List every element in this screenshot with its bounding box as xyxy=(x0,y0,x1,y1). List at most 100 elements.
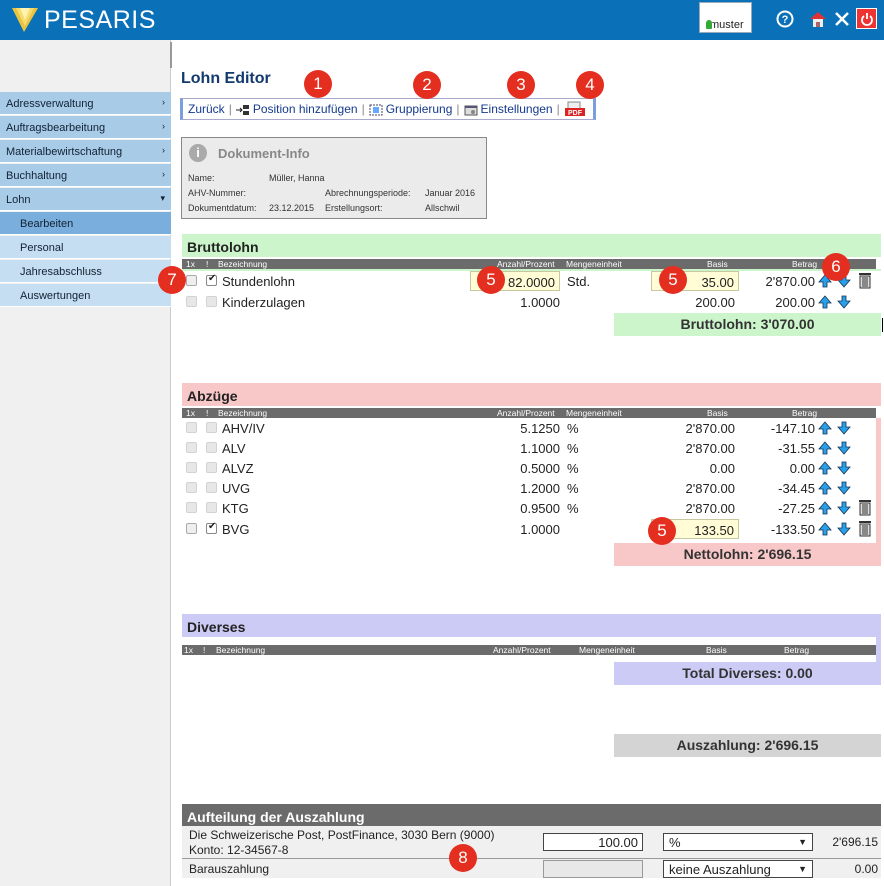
flag-checkbox[interactable] xyxy=(206,296,217,307)
col-basis: Basis xyxy=(707,408,728,418)
flag-checkbox[interactable] xyxy=(206,502,217,513)
sidebar-item-adressverwaltung[interactable]: Adressverwaltung › xyxy=(0,92,171,115)
cash-mode-select[interactable]: keine Auszahlung xyxy=(663,860,813,878)
docinfo-name: Müller, Hanna xyxy=(269,173,325,183)
once-checkbox[interactable] xyxy=(186,462,197,473)
payment-value-input[interactable]: 100.00 xyxy=(543,833,643,851)
table-row: AHV/IV 5.1250 % 2'870.00 -147.10 xyxy=(182,418,876,438)
unit: % xyxy=(567,501,579,516)
add-position-button[interactable]: Position hinzufügen xyxy=(235,102,358,116)
help-icon[interactable]: ? xyxy=(775,9,795,29)
table-row: ALV 1.1000 % 2'870.00 -31.55 xyxy=(182,438,876,458)
user-button[interactable]: muster xyxy=(699,2,752,33)
move-up-icon[interactable] xyxy=(818,501,832,515)
once-checkbox[interactable] xyxy=(186,275,197,286)
svg-text:?: ? xyxy=(782,14,789,26)
callout-badge-7: 7 xyxy=(158,266,186,294)
flag-checkbox[interactable] xyxy=(206,521,217,534)
diverses-section-header: Diverses xyxy=(182,614,881,637)
table-row: UVG 1.2000 % 2'870.00 -34.45 xyxy=(182,478,876,498)
flag-checkbox[interactable] xyxy=(206,462,217,473)
callout-badge-5: 5 xyxy=(477,266,505,294)
flag-checkbox[interactable] xyxy=(206,273,217,286)
col-amount: Betrag xyxy=(784,645,810,655)
sidebar-item-materialbewirtschaftung[interactable]: Materialbewirtschaftung › xyxy=(0,140,171,163)
move-down-icon[interactable] xyxy=(837,481,851,495)
move-up-icon[interactable] xyxy=(818,481,832,495)
power-icon[interactable] xyxy=(856,8,877,29)
flag-checkbox[interactable] xyxy=(206,442,217,453)
payment-account: Konto: 12-34567-8 xyxy=(189,843,289,857)
amount: -133.50 xyxy=(770,522,815,537)
col-qty: Anzahl/Prozent xyxy=(497,408,555,418)
settings-icon xyxy=(464,105,478,116)
move-up-icon[interactable] xyxy=(818,461,832,475)
sidebar-item-auftragsbearbeitung[interactable]: Auftragsbearbeitung › xyxy=(0,116,171,139)
once-checkbox[interactable] xyxy=(186,296,197,307)
qty: 1.1000 xyxy=(520,441,560,456)
qty: 1.0000 xyxy=(520,522,560,537)
svg-text:PDF: PDF xyxy=(568,110,583,117)
trash-icon[interactable] xyxy=(857,518,873,537)
sidebar-item-buchhaltung[interactable]: Buchhaltung › xyxy=(0,164,171,187)
qty: 0.5000 xyxy=(520,461,560,476)
trash-icon[interactable] xyxy=(857,270,873,289)
move-down-icon[interactable] xyxy=(837,522,851,536)
sidebar-item-label: Materialbewirtschaftung xyxy=(6,146,123,158)
sidebar-item-auswertungen[interactable]: Auswertungen xyxy=(0,284,171,307)
chevron-right-icon: › xyxy=(162,97,165,107)
trash-icon[interactable] xyxy=(857,497,873,516)
table-row: ALVZ 0.5000 % 0.00 0.00 xyxy=(182,458,876,478)
sidebar-item-bearbeiten[interactable]: Bearbeiten xyxy=(0,212,171,235)
position-name: ALV xyxy=(222,441,246,456)
move-up-icon[interactable] xyxy=(818,522,832,536)
cash-payment-label: Barauszahlung xyxy=(189,862,270,876)
once-checkbox[interactable] xyxy=(186,523,197,534)
move-arrows xyxy=(818,295,852,309)
move-arrows xyxy=(818,481,852,495)
move-down-icon[interactable] xyxy=(837,295,851,309)
move-arrows xyxy=(818,441,852,455)
move-down-icon[interactable] xyxy=(837,441,851,455)
sidebar-item-personal[interactable]: Personal xyxy=(0,236,171,259)
tools-icon[interactable] xyxy=(832,9,852,29)
sidebar-item-jahresabschluss[interactable]: Jahresabschluss xyxy=(0,260,171,283)
col-exclaim: ! xyxy=(206,259,209,269)
back-button[interactable]: Zurück xyxy=(188,102,225,116)
grouping-button[interactable]: Gruppierung xyxy=(369,102,452,116)
once-checkbox[interactable] xyxy=(186,422,197,433)
docinfo-place-label: Erstellungsort: xyxy=(325,203,383,213)
col-qty: Anzahl/Prozent xyxy=(497,259,555,269)
col-exclaim: ! xyxy=(203,645,206,655)
amount: 0.00 xyxy=(789,461,815,476)
position-name: AHV/IV xyxy=(222,421,265,436)
col-1x: 1x xyxy=(186,408,195,418)
sidebar-item-lohn[interactable]: Lohn ▾ xyxy=(0,188,171,211)
pesaris-logo[interactable]: PESARIS xyxy=(10,4,156,36)
once-checkbox[interactable] xyxy=(186,442,197,453)
once-checkbox[interactable] xyxy=(186,482,197,493)
nettolohn-total: Nettolohn: 2'696.15 xyxy=(614,543,881,566)
flag-checkbox[interactable] xyxy=(206,482,217,493)
move-down-icon[interactable] xyxy=(837,421,851,435)
cash-value-input[interactable] xyxy=(543,860,643,878)
flag-checkbox[interactable] xyxy=(206,422,217,433)
toolbar-separator: | xyxy=(556,102,560,116)
home-icon[interactable] xyxy=(808,9,828,29)
settings-button[interactable]: Einstellungen xyxy=(464,102,553,116)
move-up-icon[interactable] xyxy=(818,295,832,309)
move-up-icon[interactable] xyxy=(818,441,832,455)
diverses-total: Total Diverses: 0.00 xyxy=(614,662,881,685)
user-name: muster xyxy=(710,19,744,31)
pdf-button[interactable]: PDF xyxy=(564,101,586,117)
unit: % xyxy=(567,441,579,456)
docinfo-period-label: Abrechnungsperiode: xyxy=(325,188,411,198)
callout-badge-1: 1 xyxy=(304,70,332,98)
chevron-right-icon: › xyxy=(162,121,165,131)
move-down-icon[interactable] xyxy=(837,461,851,475)
amount: -147.10 xyxy=(770,421,815,436)
once-checkbox[interactable] xyxy=(186,502,197,513)
move-down-icon[interactable] xyxy=(837,501,851,515)
payment-mode-select[interactable]: % xyxy=(663,833,813,851)
move-up-icon[interactable] xyxy=(818,421,832,435)
